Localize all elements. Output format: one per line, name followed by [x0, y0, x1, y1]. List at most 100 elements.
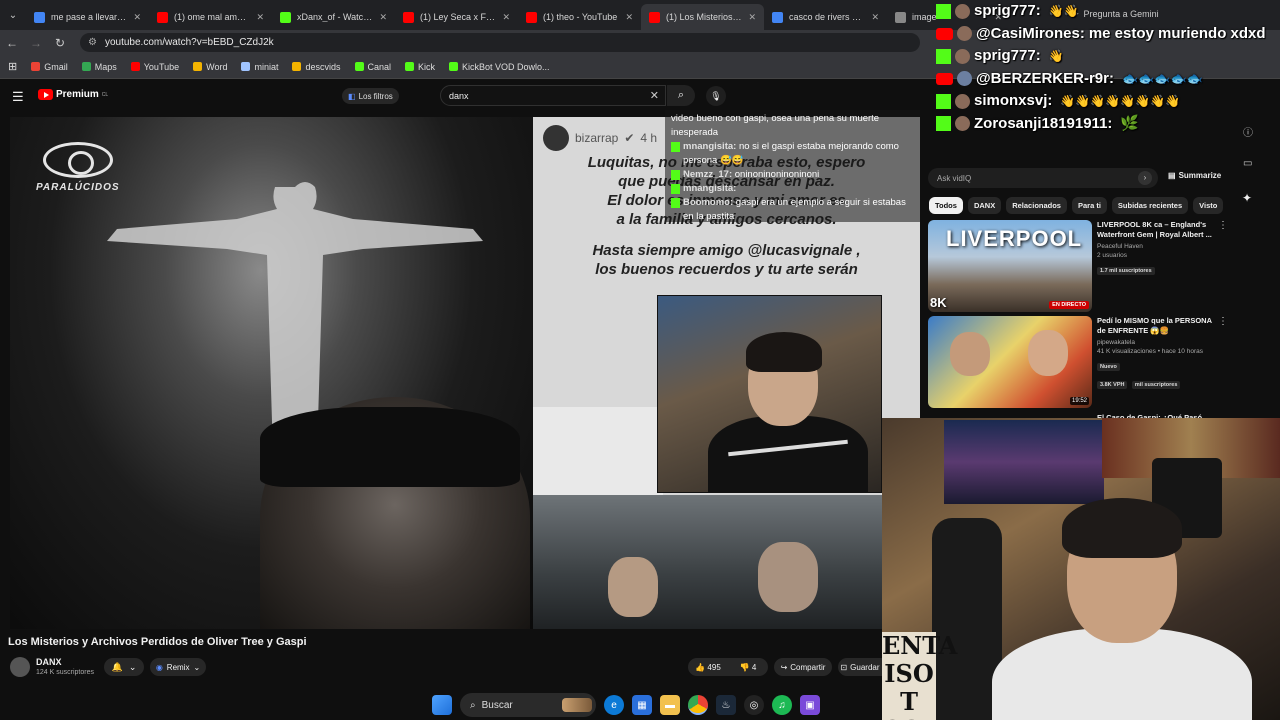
bookmark-item[interactable]: YouTube [130, 62, 179, 72]
browser-tab[interactable]: xDanx_of - Watch the ✕ [272, 4, 395, 30]
recommendation-1[interactable]: LIVERPOOL 8K EN DIRECTO LIVERPOOL 8K ca … [928, 220, 1228, 312]
post-line-6: los buenos recuerdos y tu arte serán [595, 261, 858, 278]
youtube-logo[interactable]: Premium CL [38, 89, 108, 100]
duration-badge: 19:52 [1069, 397, 1089, 405]
clear-search-icon[interactable]: ✕ [650, 89, 659, 102]
more-options-icon[interactable]: ⋮ [1218, 316, 1228, 327]
video-chat-user: mnangisita: [683, 183, 737, 194]
browser-tab[interactable]: (1) Los Misterios y Ar ✕ [641, 4, 764, 30]
bookmark-item[interactable]: Gmail [31, 62, 68, 72]
recommendation-channel[interactable]: pipewakatela [1097, 339, 1215, 346]
browser-tab[interactable]: (1) Ley Seca x Freddy ✕ [395, 4, 518, 30]
close-tab-icon[interactable]: ✕ [625, 12, 633, 23]
taskbar-search[interactable]: ⌕ Buscar [460, 693, 596, 717]
send-icon[interactable]: › [1138, 171, 1152, 185]
browser-tab[interactable]: (1) theo - YouTube ✕ [518, 4, 641, 30]
summarize-button[interactable]: ▤ Summarize [1168, 171, 1221, 180]
close-tab-icon[interactable]: ✕ [871, 12, 879, 23]
close-tab-icon[interactable]: ✕ [502, 12, 510, 23]
bookmark-item[interactable]: KickBot VOD Dowlo... [449, 62, 550, 72]
chrome-icon[interactable] [688, 695, 708, 715]
ask-vidiq-input[interactable]: Ask vidIQ › [928, 168, 1158, 188]
live-badge: EN DIRECTO [1049, 301, 1089, 309]
app-icon[interactable]: ▣ [800, 695, 820, 715]
kick-icon [671, 198, 680, 208]
bookmark-icon [405, 62, 415, 71]
bookmark-item[interactable]: Kick [405, 62, 435, 72]
bookmark-item[interactable]: Word [193, 62, 227, 72]
filter-chip[interactable]: Subidas recientes [1111, 197, 1189, 214]
filter-chip[interactable]: DANX [967, 197, 1002, 214]
file-explorer-icon[interactable]: ▬ [660, 695, 680, 715]
filter-chip[interactable]: Relacionados [1006, 197, 1067, 214]
filter-chip[interactable]: Para ti [1071, 197, 1107, 214]
recommendation-channel[interactable]: Peaceful Haven [1097, 243, 1215, 250]
steam-icon[interactable]: ♨ [716, 695, 736, 715]
kick-icon [671, 184, 680, 194]
bookmark-item[interactable]: Canal [354, 62, 391, 72]
like-button[interactable]: 👍 495 [688, 663, 728, 672]
channel-avatar[interactable] [10, 657, 30, 677]
eye-icon [42, 142, 113, 178]
search-icon: ⌕ [470, 699, 476, 711]
menu-icon[interactable]: ☰ [12, 89, 24, 105]
store-icon[interactable]: ▦ [632, 695, 652, 715]
address-bar[interactable]: ⚙ youtube.com/watch?v=bEBD_CZdJ2k [80, 33, 920, 52]
filter-chip[interactable]: Todos [929, 197, 963, 214]
dislike-button[interactable]: 👎 4 [728, 663, 768, 672]
filters-button[interactable]: ◧ Los filtros [342, 88, 399, 104]
channel-name[interactable]: DANX [36, 657, 62, 667]
bookmark-item[interactable]: miniat [241, 62, 278, 72]
close-tab-icon[interactable]: ✕ [133, 12, 141, 23]
video-chat-message: mnangisita: [671, 182, 914, 196]
bookmark-icon [193, 62, 203, 71]
browser-tab[interactable]: casco de rivers vs rom ✕ [764, 4, 887, 30]
windows-start-icon[interactable] [432, 695, 452, 715]
forward-icon[interactable]: → [24, 31, 48, 55]
bookmark-item[interactable]: Maps [81, 62, 117, 72]
browser-tab[interactable]: (1) ome mal amor - Yo ✕ [149, 4, 272, 30]
recommendation-1-thumbnail[interactable]: LIVERPOOL 8K EN DIRECTO [928, 220, 1092, 312]
tab-favicon-icon [895, 11, 906, 23]
tab-favicon-icon [280, 11, 291, 23]
spotify-icon[interactable]: ♫ [772, 695, 792, 715]
bookmark-icon [241, 62, 251, 71]
apps-icon[interactable]: ⊞ [8, 60, 17, 73]
share-button[interactable]: ↪ Compartir [774, 658, 832, 676]
recommendation-2[interactable]: 19:52 Pedí lo MISMO que la PERSONA de EN… [928, 316, 1228, 408]
thumb-face-1 [950, 332, 990, 376]
reload-icon[interactable]: ↻ [48, 31, 72, 55]
close-tab-icon[interactable]: ✕ [256, 12, 264, 23]
bookmark-icon [292, 62, 302, 71]
recommendation-2-info: Pedí lo MISMO que la PERSONA de ENFRENTE… [1097, 316, 1215, 391]
site-info-icon[interactable]: ⚙ [88, 37, 97, 48]
filter-chip[interactable]: Visto [1193, 197, 1224, 214]
tab-search-menu-icon[interactable]: ⌄ [0, 0, 26, 30]
close-tab-icon[interactable]: ✕ [379, 12, 387, 23]
back-icon[interactable]: ← [0, 31, 24, 55]
close-tab-icon[interactable]: ✕ [748, 12, 756, 23]
stream-chat-overlay: sprig777: 👋👋 @CasiMirones: me estoy muriend… [930, 0, 1280, 158]
recommendation-2-thumbnail[interactable]: 19:52 [928, 316, 1092, 408]
chevron-down-icon: ⌄ [128, 661, 137, 672]
sparkle-icon[interactable]: ✦ [1242, 191, 1252, 205]
chat-avatar [957, 71, 972, 87]
browser-tab[interactable]: me pase a llevar el pu ✕ [26, 4, 149, 30]
search-button[interactable]: ⌕ [667, 85, 695, 106]
more-options-icon[interactable]: ⋮ [1218, 220, 1228, 231]
stream-chat-message: simonxsvj: 👋👋👋👋👋👋👋👋 [936, 90, 1280, 113]
recommendation-title[interactable]: Pedí lo MISMO que la PERSONA de ENFRENTE… [1097, 316, 1215, 336]
share-label: Compartir [790, 662, 826, 672]
obs-icon[interactable]: ◎ [744, 695, 764, 715]
edge-icon[interactable]: e [604, 695, 624, 715]
search-input[interactable]: danx ✕ [440, 85, 666, 106]
voice-search-button[interactable]: 🎙 [706, 86, 726, 106]
bookmark-item[interactable]: descvids [292, 62, 341, 72]
youtube-icon [936, 72, 953, 85]
url-text: youtube.com/watch?v=bEBD_CZdJ2k [104, 37, 274, 48]
recommendation-title[interactable]: LIVERPOOL 8K ca – England's Waterfront G… [1097, 220, 1215, 240]
save-button[interactable]: ⊡ Guardar [838, 658, 882, 676]
comment-icon[interactable]: ▭ [1243, 158, 1252, 169]
subscribed-bell-button[interactable]: 🔔 ⌄ [104, 658, 144, 676]
remix-button[interactable]: ◉ Remix ⌄ [150, 658, 206, 676]
